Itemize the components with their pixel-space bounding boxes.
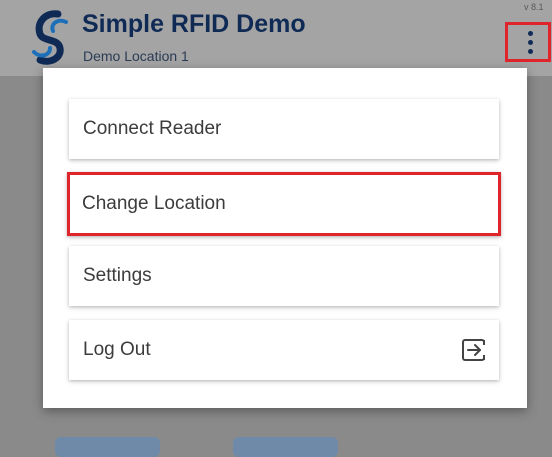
overflow-menu: Connect Reader Change Location Settings … <box>43 68 527 408</box>
menu-item-change-location[interactable]: Change Location <box>67 172 501 236</box>
overflow-menu-button[interactable] <box>505 22 551 62</box>
more-vertical-icon <box>528 31 533 36</box>
menu-item-connect-reader[interactable]: Connect Reader <box>69 99 499 159</box>
log-out-icon <box>462 339 487 361</box>
menu-item-settings[interactable]: Settings <box>69 246 499 306</box>
menu-item-label: Log Out <box>83 339 151 360</box>
app-title: Simple RFID Demo <box>82 10 306 38</box>
app-header: Simple RFID Demo Demo Location 1 v 8.1 <box>0 0 552 76</box>
location-subtitle: Demo Location 1 <box>83 48 189 64</box>
menu-item-label: Change Location <box>82 193 226 214</box>
menu-item-log-out[interactable]: Log Out <box>69 320 499 380</box>
app-logo-icon <box>32 10 68 65</box>
background-button <box>233 437 338 457</box>
more-vertical-icon-dot <box>528 49 533 54</box>
version-label: v 8.1 <box>524 2 544 12</box>
background-button <box>55 437 160 457</box>
more-vertical-icon-dot <box>528 40 533 45</box>
menu-item-label: Connect Reader <box>83 118 222 139</box>
menu-item-label: Settings <box>83 265 152 286</box>
